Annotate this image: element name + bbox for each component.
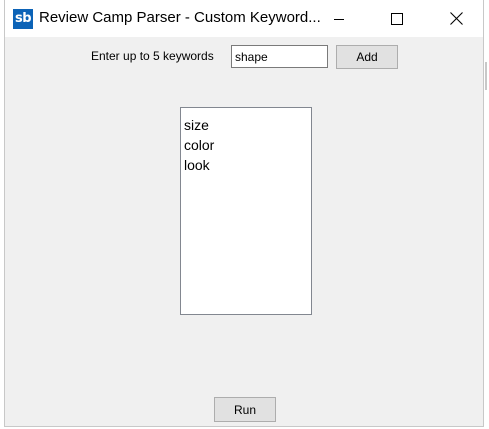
list-item[interactable]: color xyxy=(184,135,311,155)
app-window: sb Review Camp Parser - Custom Keyword..… xyxy=(4,0,484,427)
minimize-icon xyxy=(334,18,344,20)
list-item[interactable]: size xyxy=(184,115,311,135)
minimize-button[interactable] xyxy=(316,0,362,37)
keyword-listbox[interactable]: size color look xyxy=(180,107,312,315)
maximize-button[interactable] xyxy=(374,0,420,37)
background-window-edge xyxy=(485,62,487,90)
title-bar[interactable]: sb Review Camp Parser - Custom Keyword..… xyxy=(5,0,483,37)
close-icon xyxy=(449,12,463,25)
app-logo-icon: sb xyxy=(13,9,33,29)
run-button[interactable]: Run xyxy=(214,397,276,422)
window-title: Review Camp Parser - Custom Keyword... xyxy=(39,9,321,26)
list-item[interactable]: look xyxy=(184,155,311,175)
keyword-prompt-label: Enter up to 5 keywords xyxy=(91,49,214,63)
add-button[interactable]: Add xyxy=(336,45,398,69)
keyword-input[interactable] xyxy=(231,45,328,68)
close-button[interactable] xyxy=(433,0,479,37)
maximize-icon xyxy=(391,12,403,25)
